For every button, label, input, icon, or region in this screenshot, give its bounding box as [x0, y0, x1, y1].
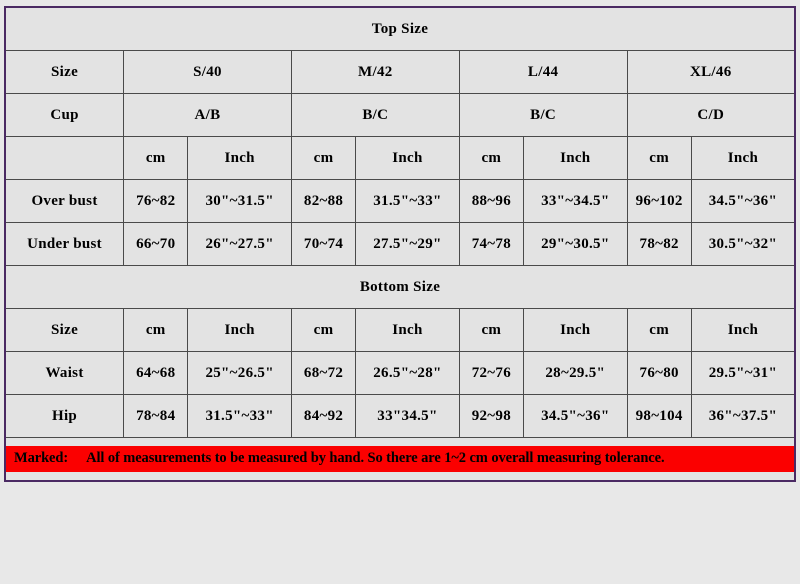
bottom-unit-header-3: Inch [355, 308, 460, 352]
footer-note-text: All of measurements to be measured by ha… [86, 450, 665, 466]
top-under-bust-inch-l: 29"~30.5" [523, 222, 628, 266]
top-row-label-over-bust: Over bust [4, 179, 125, 223]
top-cup-row-label: Cup [4, 93, 125, 137]
top-over-bust-cm-l: 88~96 [458, 179, 525, 223]
bottom-hip-inch-s: 31.5"~33" [187, 394, 292, 438]
table-row: Under bust 66~70 26"~27.5" 70~74 27.5"~2… [4, 222, 796, 266]
top-size-value-m: M/42 [290, 50, 460, 94]
top-size-value-s: S/40 [123, 50, 292, 94]
top-size-banner-row: Top Size [4, 6, 796, 51]
top-unit-header-corner [4, 136, 125, 180]
top-cup-value-m: B/C [290, 93, 460, 137]
bottom-hip-cm-m: 84~92 [290, 394, 357, 438]
top-unit-header-2: cm [290, 136, 357, 180]
top-over-bust-inch-s: 30"~31.5" [187, 179, 292, 223]
top-over-bust-inch-m: 31.5"~33" [355, 179, 460, 223]
bottom-hip-cm-s: 78~84 [123, 394, 189, 438]
bottom-unit-header-0: cm [123, 308, 189, 352]
bottom-unit-header-6: cm [626, 308, 692, 352]
bottom-hip-cm-xl: 98~104 [626, 394, 692, 438]
top-under-bust-cm-l: 74~78 [458, 222, 525, 266]
bottom-unit-header-2: cm [290, 308, 357, 352]
bottom-hip-inch-l: 34.5"~36" [523, 394, 628, 438]
top-under-bust-cm-s: 66~70 [123, 222, 189, 266]
top-unit-header-5: Inch [523, 136, 628, 180]
top-under-bust-cm-xl: 78~82 [626, 222, 692, 266]
bottom-hip-inch-m: 33"34.5" [355, 394, 460, 438]
top-size-value-xl: XL/46 [626, 50, 796, 94]
bottom-unit-header-7: Inch [690, 308, 796, 352]
bottom-row-label-hip: Hip [4, 394, 125, 438]
table-row: Over bust 76~82 30"~31.5" 82~88 31.5"~33… [4, 179, 796, 223]
bottom-unit-header-4: cm [458, 308, 525, 352]
top-size-value-l: L/44 [458, 50, 628, 94]
top-unit-header-row: cm Inch cm Inch cm Inch cm Inch [4, 136, 796, 180]
footer-note-cell: Marked: All of measurements to be measure… [4, 437, 796, 482]
top-under-bust-cm-m: 70~74 [290, 222, 357, 266]
top-size-row-label: Size [4, 50, 125, 94]
bottom-unit-header-5: Inch [523, 308, 628, 352]
top-row-label-under-bust: Under bust [4, 222, 125, 266]
footer-note-row: Marked: All of measurements to be measure… [4, 437, 796, 482]
footer-note-label: Marked: [14, 450, 69, 466]
bottom-row-label-waist: Waist [4, 351, 125, 395]
table-row: Hip 78~84 31.5"~33" 84~92 33"34.5" 92~98… [4, 394, 796, 438]
top-unit-header-3: Inch [355, 136, 460, 180]
top-over-bust-inch-xl: 34.5"~36" [690, 179, 796, 223]
bottom-waist-inch-xl: 29.5"~31" [690, 351, 796, 395]
table-row: Waist 64~68 25"~26.5" 68~72 26.5"~28" 72… [4, 351, 796, 395]
bottom-waist-cm-l: 72~76 [458, 351, 525, 395]
top-over-bust-cm-xl: 96~102 [626, 179, 692, 223]
top-under-bust-inch-s: 26"~27.5" [187, 222, 292, 266]
top-size-banner-label: Top Size [4, 6, 796, 51]
bottom-unit-header-1: Inch [187, 308, 292, 352]
bottom-unit-header-row: Size cm Inch cm Inch cm Inch cm Inch [4, 308, 796, 352]
top-unit-header-7: Inch [690, 136, 796, 180]
bottom-size-row-label: Size [4, 308, 125, 352]
size-chart-table: Top Size Size S/40 M/42 L/44 XL/46 Cup A… [4, 6, 796, 482]
top-over-bust-cm-m: 82~88 [290, 179, 357, 223]
top-cup-value-s: A/B [123, 93, 292, 137]
bottom-waist-inch-l: 28~29.5" [523, 351, 628, 395]
top-unit-header-1: Inch [187, 136, 292, 180]
top-unit-header-6: cm [626, 136, 692, 180]
bottom-hip-cm-l: 92~98 [458, 394, 525, 438]
top-over-bust-inch-l: 33"~34.5" [523, 179, 628, 223]
bottom-size-banner-label: Bottom Size [4, 265, 796, 309]
bottom-waist-inch-m: 26.5"~28" [355, 351, 460, 395]
bottom-hip-inch-xl: 36"~37.5" [690, 394, 796, 438]
top-under-bust-inch-m: 27.5"~29" [355, 222, 460, 266]
footer-note-banner: Marked: All of measurements to be measure… [6, 446, 794, 472]
top-over-bust-cm-s: 76~82 [123, 179, 189, 223]
top-size-row: Size S/40 M/42 L/44 XL/46 [4, 50, 796, 94]
top-unit-header-4: cm [458, 136, 525, 180]
top-cup-row: Cup A/B B/C B/C C/D [4, 93, 796, 137]
top-cup-value-xl: C/D [626, 93, 796, 137]
bottom-waist-cm-m: 68~72 [290, 351, 357, 395]
top-unit-header-0: cm [123, 136, 189, 180]
size-chart-page: Top Size Size S/40 M/42 L/44 XL/46 Cup A… [0, 0, 800, 584]
top-under-bust-inch-xl: 30.5"~32" [690, 222, 796, 266]
bottom-size-banner-row: Bottom Size [4, 265, 796, 309]
bottom-waist-cm-s: 64~68 [123, 351, 189, 395]
bottom-waist-cm-xl: 76~80 [626, 351, 692, 395]
bottom-waist-inch-s: 25"~26.5" [187, 351, 292, 395]
top-cup-value-l: B/C [458, 93, 628, 137]
